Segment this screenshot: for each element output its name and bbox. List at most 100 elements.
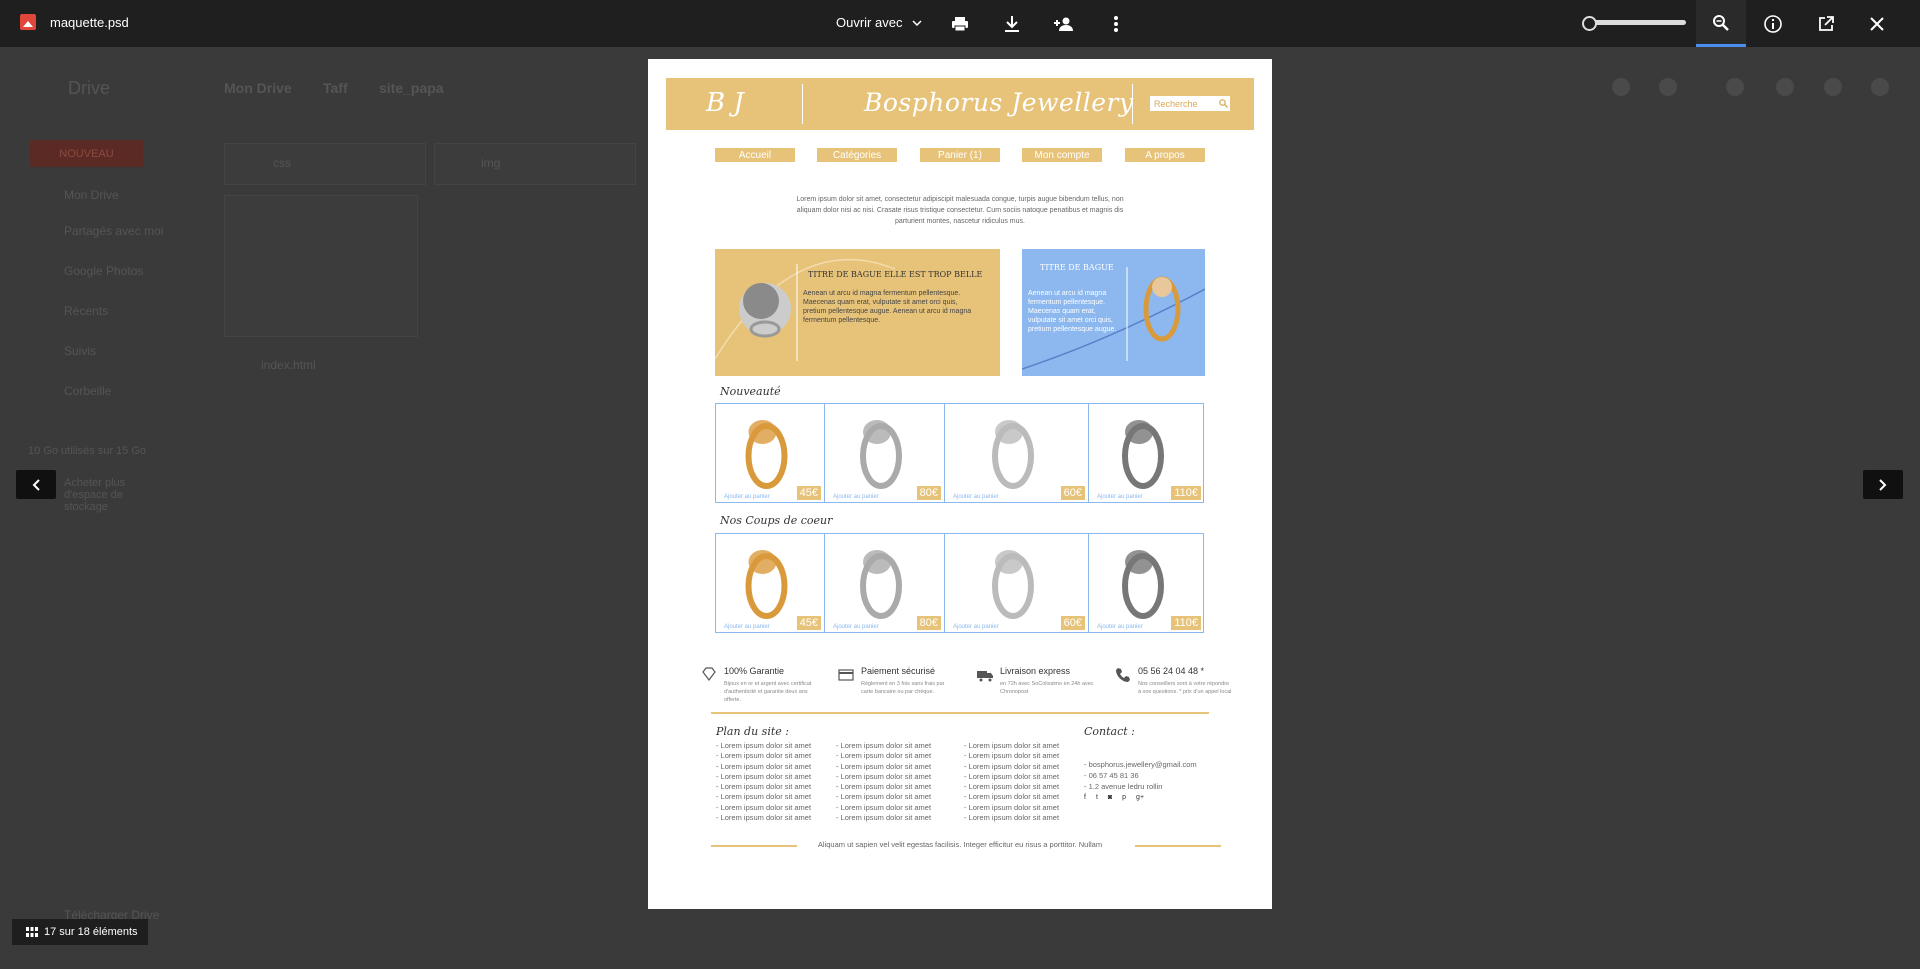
product-card: Ajouter au panier 45€: [716, 404, 825, 502]
sitemap-link: - Lorem ipsum dolor sit amet: [964, 813, 1060, 823]
mockup-search-placeholder: Recherche: [1154, 98, 1198, 109]
image-file-icon: [20, 14, 36, 30]
zoom-slider-handle[interactable]: [1582, 16, 1597, 31]
search-icon: [1216, 96, 1230, 111]
storage-usage: 10 Go utilisés sur 15 Go: [28, 445, 147, 457]
social-icons: f t ◙ p g+: [1084, 794, 1144, 801]
sitemap-link: - Lorem ipsum dolor sit amet: [964, 761, 1060, 771]
breadcrumb-taff: Taff: [323, 80, 348, 96]
info-icon[interactable]: [1762, 13, 1784, 35]
product-card: Ajouter au panier 110€: [1089, 404, 1205, 502]
sitemap-title: Plan du site :: [716, 725, 789, 738]
facebook-icon: f: [1084, 794, 1086, 801]
nav-recent: Récents: [64, 304, 109, 318]
product-price: 60€: [1060, 486, 1085, 500]
grid-icon: [26, 927, 38, 937]
add-to-cart-label: Ajouter au panier: [724, 494, 770, 500]
diamond-icon: [702, 667, 716, 681]
file-title: maquette.psd: [20, 14, 129, 30]
feature-subtitle: Bijoux en or et argent avec certificat d…: [724, 681, 812, 703]
sitemap-column: - Lorem ipsum dolor sit amet - Lorem ipsu…: [836, 741, 931, 823]
sitemap-link: - Lorem ipsum dolor sit amet: [716, 751, 812, 761]
mockup-brand: Bosphorus Jewellery: [864, 88, 1134, 117]
zoom-slider[interactable]: [1582, 16, 1686, 31]
bg-person-icon: [1612, 78, 1630, 96]
sitemap-link: - Lorem ipsum dolor sit amet: [716, 771, 812, 781]
products-fav-grid: Ajouter au panier 45€ Ajouter au panier 80€…: [715, 533, 1204, 633]
mockup-footer: Aliquam ut sapien vel velit egestas faci…: [817, 840, 1103, 849]
buy-storage: Acheter plus d'espace de stockage: [64, 477, 126, 513]
open-external-icon[interactable]: [1815, 13, 1837, 35]
folder-img-card: img: [434, 143, 636, 185]
sitemap-link: - Lorem ipsum dolor sit amet: [964, 751, 1060, 761]
sitemap-link: - Lorem ipsum dolor sit amet: [716, 802, 812, 812]
add-to-cart-label: Ajouter au panier: [1097, 494, 1143, 500]
product-card: Ajouter au panier 60€: [945, 404, 1089, 502]
contact-phone: - 06 57 45 81 36: [1084, 771, 1139, 780]
feature-subtitle: Règlement en 3 fois sans frais par carte…: [861, 681, 945, 695]
features-divider: [711, 712, 1209, 714]
more-vert-icon[interactable]: [1105, 13, 1127, 35]
close-icon[interactable]: [1866, 13, 1888, 35]
bg-info-icon: [1824, 78, 1842, 96]
sitemap-link: - Lorem ipsum dolor sit amet: [836, 761, 932, 771]
feature-subtitle: Nos conseillers sont à votre répondre à …: [1138, 681, 1232, 695]
product-price: 110€: [1171, 616, 1201, 630]
product-card: Ajouter au panier 80€: [825, 534, 945, 632]
folder-css-card: css: [224, 143, 426, 185]
product-price: 45€: [796, 616, 821, 630]
sitemap-link: - Lorem ipsum dolor sit amet: [964, 771, 1060, 781]
feature-title: Paiement sécurisé: [861, 666, 936, 676]
add-to-cart-label: Ajouter au panier: [953, 494, 999, 500]
breadcrumb-root: Mon Drive: [224, 80, 292, 96]
nav-starred: Suivis: [64, 344, 97, 358]
download-icon[interactable]: [1001, 13, 1023, 35]
contact-info: - bosphorus.jewellery@gmail.com - 06 57 …: [1084, 759, 1197, 792]
add-to-cart-label: Ajouter au panier: [1097, 624, 1143, 630]
product-price: 45€: [796, 486, 821, 500]
banner-2-text: Aenean ut arcu id magna fermentum pellen…: [1028, 290, 1117, 333]
add-to-cart-label: Ajouter au panier: [953, 624, 999, 630]
add-person-icon[interactable]: [1053, 13, 1075, 35]
sitemap-link: - Lorem ipsum dolor sit amet: [716, 813, 812, 823]
mockup-menu-compte: Mon compte: [1022, 148, 1102, 162]
header-divider: [1132, 84, 1133, 124]
bg-settings-icon: [1871, 78, 1889, 96]
feature-title: 05 56 24 04 48 *: [1138, 666, 1205, 676]
item-counter[interactable]: 17 sur 18 éléments: [12, 919, 148, 945]
item-counter-label: 17 sur 18 éléments: [44, 926, 138, 938]
sitemap-link: - Lorem ipsum dolor sit amet: [716, 792, 812, 802]
zoom-button[interactable]: [1696, 0, 1746, 47]
mockup-menu-categories: Catégories: [817, 148, 897, 162]
psd-preview: B J Bosphorus Jewellery Recherche Accuei…: [648, 59, 1272, 909]
banner-1-title: Titre de bague elle est trop belle: [808, 270, 983, 279]
mockup-menu: Accueil Catégories Panier (1) Mon compte…: [715, 148, 1205, 162]
open-with-button[interactable]: Ouvrir avec: [836, 15, 922, 30]
contact-address: - 1.2 avenue ledru rollin: [1084, 782, 1163, 791]
mockup-menu-accueil: Accueil: [715, 148, 795, 162]
section-fav-title: Nos Coups de coeur: [720, 514, 833, 527]
print-icon[interactable]: [949, 13, 971, 35]
sitemap-column: - Lorem ipsum dolor sit amet - Lorem ipsu…: [964, 741, 1059, 823]
sitemap-link: - Lorem ipsum dolor sit amet: [716, 761, 812, 771]
product-card: Ajouter au panier 60€: [945, 534, 1089, 632]
next-button[interactable]: [1863, 470, 1903, 499]
file-card: [224, 195, 418, 337]
bg-more-icon: [1659, 78, 1677, 96]
folder-img: img: [481, 156, 501, 170]
twitter-icon: t: [1095, 794, 1098, 801]
mockup-menu-apropos: A propos: [1125, 148, 1205, 162]
sitemap-column: - Lorem ipsum dolor sit amet - Lorem ipsu…: [716, 741, 811, 823]
sitemap-link: - Lorem ipsum dolor sit amet: [836, 792, 932, 802]
product-card: Ajouter au panier 80€: [825, 404, 945, 502]
drive-label: Drive: [68, 78, 111, 98]
feature-title: 100% Garantie: [724, 666, 785, 676]
viewer-toolbar: maquette.psd Ouvrir avec: [0, 0, 1920, 47]
nav-shared: Partagés avec moi: [64, 224, 164, 238]
product-price: 80€: [916, 616, 941, 630]
sitemap-link: - Lorem ipsum dolor sit amet: [836, 802, 932, 812]
sitemap-link: - Lorem ipsum dolor sit amet: [716, 782, 812, 792]
mockup-search: Recherche: [1150, 96, 1230, 111]
header-divider: [802, 84, 803, 124]
previous-button[interactable]: [16, 470, 56, 499]
